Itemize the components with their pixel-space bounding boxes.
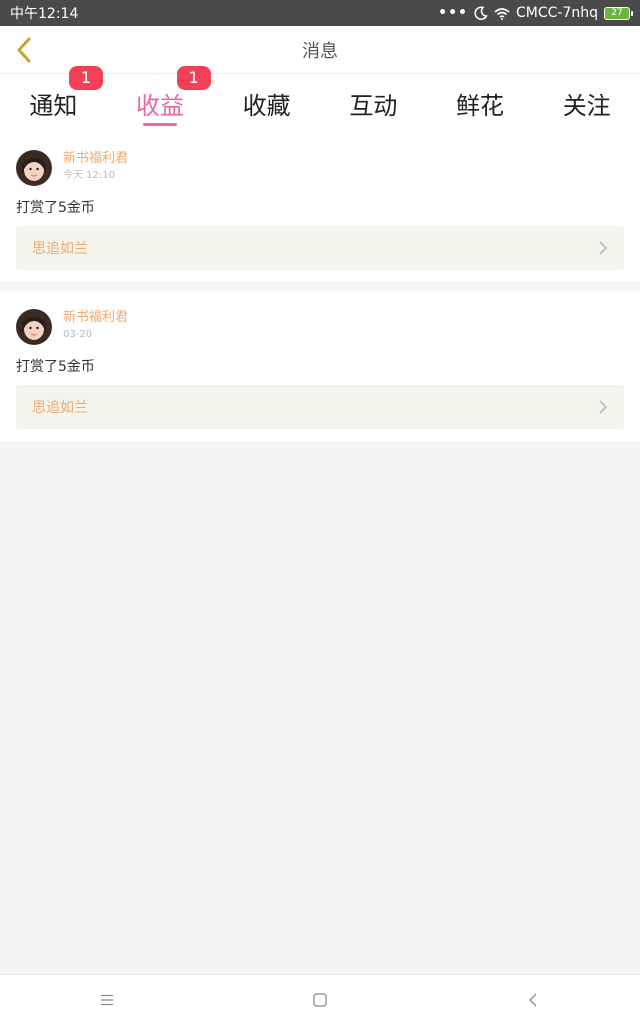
moon-icon: [474, 6, 488, 20]
message-text: 打赏了5金币: [16, 200, 95, 216]
chevron-right-icon: [599, 400, 608, 414]
sender-info: 新书福利君 今天 12:10: [63, 150, 128, 184]
tab-favorites[interactable]: 收藏: [213, 74, 320, 132]
tab-label: 互动: [349, 91, 398, 120]
system-nav-bar: [0, 974, 640, 1024]
message-header: 新书福利君 今天 12:10: [16, 150, 128, 186]
book-link[interactable]: 思追如兰: [16, 226, 624, 270]
message-card: 新书福利君 今天 12:10 打赏了5金币 思追如兰: [0, 132, 640, 282]
avatar-image-icon: [16, 150, 52, 186]
battery-icon: 27: [604, 6, 633, 20]
tab-notice[interactable]: 通知 1: [0, 66, 107, 132]
page-title: 消息: [302, 40, 338, 62]
back-nav-button[interactable]: [503, 980, 563, 1020]
message-time: 今天 12:10: [63, 170, 115, 181]
message-text: 打赏了5金币: [16, 359, 95, 375]
status-time: 中午12:14: [10, 6, 79, 22]
sender-name[interactable]: 新书福利君: [63, 150, 128, 168]
avatar[interactable]: [16, 309, 52, 345]
tab-flowers[interactable]: 鲜花: [427, 74, 534, 132]
carrier-name: CMCC-7nhq: [516, 5, 598, 21]
book-title: 思追如兰: [32, 241, 88, 257]
status-right: ••• CMCC-7nhq 27: [438, 5, 633, 21]
tab-label: 收藏: [242, 91, 291, 120]
tab-label: 收益: [136, 91, 184, 120]
avatar-image-icon: [16, 309, 52, 345]
sender-name[interactable]: 新书福利君: [63, 309, 128, 327]
menu-icon: [100, 994, 113, 1005]
unread-badge: 1: [176, 66, 211, 90]
message-header: 新书福利君 03-20: [16, 309, 128, 345]
tab-label: 鲜花: [456, 91, 505, 120]
book-link[interactable]: 思追如兰: [16, 385, 624, 429]
tab-income[interactable]: 收益 1: [107, 66, 214, 132]
home-square-icon: [313, 992, 327, 1007]
menu-button[interactable]: [77, 980, 137, 1020]
avatar[interactable]: [16, 150, 52, 186]
tab-label: 关注: [562, 91, 611, 120]
more-dots-icon: •••: [438, 5, 468, 21]
tab-bar: 通知 1 收益 1 收藏 互动 鲜花 关注: [0, 66, 640, 132]
wifi-icon: [494, 7, 510, 20]
back-triangle-icon: [529, 993, 537, 1006]
message-time: 03-20: [63, 329, 93, 340]
home-button[interactable]: [290, 980, 350, 1020]
tab-interactions[interactable]: 互动: [320, 74, 427, 132]
back-button[interactable]: [8, 34, 40, 66]
status-bar: 中午12:14 ••• CMCC-7nhq 27: [0, 0, 640, 26]
chevron-left-icon: [17, 37, 31, 63]
tab-label: 通知: [29, 91, 78, 120]
book-title: 思追如兰: [32, 400, 88, 416]
unread-badge: 1: [69, 66, 103, 90]
message-card: 新书福利君 03-20 打赏了5金币 思追如兰: [0, 291, 640, 441]
tab-follow[interactable]: 关注: [533, 74, 640, 132]
sender-info: 新书福利君 03-20: [63, 309, 128, 343]
active-tab-indicator: [143, 123, 177, 126]
chevron-right-icon: [599, 241, 608, 255]
